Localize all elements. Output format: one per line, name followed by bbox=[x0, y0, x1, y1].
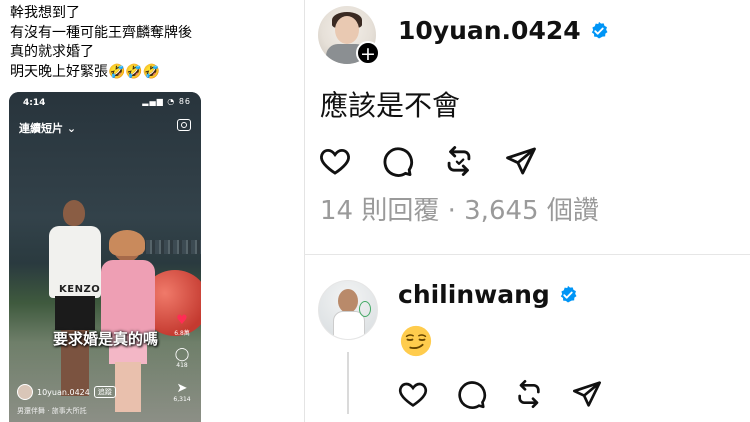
embedded-reel-screenshot: KENZO 4:14 ▂▄▆ ◔ 86 連續短片 ⌄ 要求婚是真的嗎 ♥ 6.8… bbox=[9, 92, 201, 422]
post-action-bar bbox=[318, 144, 538, 178]
comment-button[interactable]: ◯ 418 bbox=[169, 347, 195, 370]
panel-divider bbox=[304, 0, 305, 422]
avatar[interactable] bbox=[17, 384, 33, 400]
reply-action-bar bbox=[397, 378, 603, 410]
share-count: 6,314 bbox=[173, 396, 191, 403]
comment-count: 418 bbox=[176, 362, 188, 369]
post-username[interactable]: 10yuan.0424 bbox=[398, 16, 581, 45]
repost-icon[interactable] bbox=[442, 144, 476, 178]
reel-video-scene[interactable]: KENZO bbox=[9, 92, 201, 422]
post-line: 明天晚上好緊張🤣🤣🤣 bbox=[10, 63, 161, 80]
like-button[interactable]: ♥ 6.8萬 bbox=[169, 313, 195, 338]
verified-badge-icon bbox=[560, 285, 577, 302]
reels-header-title[interactable]: 連續短片 ⌄ bbox=[19, 120, 76, 136]
music-label[interactable]: 男還伴舞 · 旅事大所託 bbox=[17, 406, 87, 416]
follow-button[interactable]: 追蹤 bbox=[93, 386, 116, 398]
thread-line bbox=[347, 352, 349, 414]
video-caption: 要求婚是真的嗎 bbox=[53, 330, 159, 348]
status-icons: ▂▄▆ ◔ 86 bbox=[142, 97, 191, 106]
like-count: 6.8萬 bbox=[174, 330, 190, 337]
reel-author-row: 10yuan.0424 追蹤 bbox=[17, 384, 116, 400]
post-text: 幹我想到了 有沒有一種可能王齊麟奪牌後 真的就求婚了 明天晚上好緊張🤣🤣🤣 bbox=[10, 4, 192, 82]
camera-icon[interactable] bbox=[177, 119, 191, 131]
reply-author[interactable]: chilinwang bbox=[398, 280, 578, 309]
smirking-face-icon bbox=[400, 325, 432, 357]
heart-icon: ♥ bbox=[176, 313, 188, 328]
reply-username[interactable]: chilinwang bbox=[398, 280, 550, 309]
repost-icon[interactable] bbox=[513, 378, 545, 410]
send-icon[interactable] bbox=[504, 144, 538, 178]
heart-icon[interactable] bbox=[397, 378, 429, 410]
post-author[interactable]: 10yuan.0424 bbox=[398, 16, 609, 45]
status-time: 4:14 bbox=[23, 98, 46, 108]
phone-status-bar: 4:14 ▂▄▆ ◔ 86 bbox=[9, 92, 201, 112]
post-line: 有沒有一種可能王齊麟奪牌後 bbox=[10, 24, 192, 41]
post-line: 幹我想到了 bbox=[10, 5, 80, 21]
post-stats[interactable]: 14 則回覆 · 3,645 個讚 bbox=[320, 190, 599, 227]
post-body-text: 應該是不會 bbox=[320, 89, 461, 122]
heart-icon[interactable] bbox=[318, 144, 352, 178]
left-screenshot-panel: 幹我想到了 有沒有一種可能王齊麟奪牌後 真的就求婚了 明天晚上好緊張🤣🤣🤣 KE… bbox=[0, 0, 304, 422]
reply-separator bbox=[304, 254, 750, 255]
send-icon[interactable] bbox=[571, 378, 603, 410]
comment-icon: ◯ bbox=[174, 347, 190, 362]
post-line: 真的就求婚了 bbox=[10, 44, 94, 60]
comment-icon[interactable] bbox=[455, 378, 487, 410]
share-icon: ➤ bbox=[176, 381, 188, 396]
share-button[interactable]: ➤ 6,314 bbox=[169, 381, 195, 404]
avatar[interactable] bbox=[318, 280, 378, 340]
comment-icon[interactable] bbox=[380, 144, 414, 178]
follow-plus-icon[interactable]: + bbox=[356, 41, 380, 65]
person-man: KENZO bbox=[47, 200, 103, 410]
verified-badge-icon bbox=[591, 21, 608, 38]
reel-username[interactable]: 10yuan.0424 bbox=[37, 388, 90, 397]
